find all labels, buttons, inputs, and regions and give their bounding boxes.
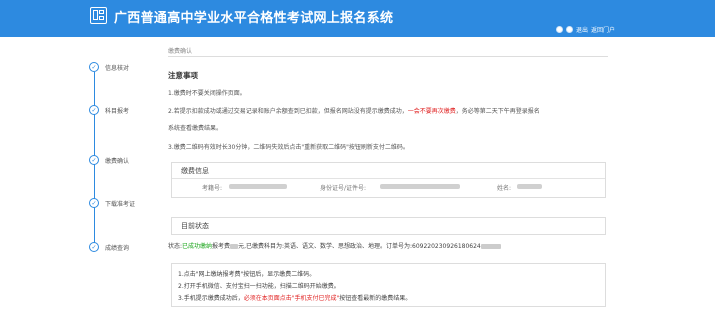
divider — [168, 56, 608, 57]
tip-1: 1.点击"网上缴纳报考费"按钮后，显示缴费二维码。 — [178, 271, 316, 278]
note-3: 3.缴费二维码有效时长30分钟，二维码失效后点击"重新获取二维码"按钮刷新支付二… — [168, 144, 409, 151]
status-text-b: 元,已缴费科目为:英语、语文、数学、思想政治、地理。订单号为:609220230… — [238, 243, 481, 250]
user-icon — [555, 26, 563, 33]
site-title: 广西普通高中学业水平合格性考试网上报名系统 — [114, 11, 394, 26]
breadcrumb: 缴费确认 — [168, 48, 193, 55]
status-title: 目前状态 — [181, 222, 209, 230]
tip-3-warning: 必须在本页面点击"手机支付已完成" — [243, 295, 340, 302]
check-circle-icon: ✓ — [89, 105, 99, 115]
step-subject-registration[interactable]: ✓ 科目报考 — [89, 105, 129, 115]
portal-link[interactable]: 返回门户 — [591, 25, 615, 34]
note-2-warning: 一会不要再次缴费 — [407, 108, 456, 115]
home-icon — [565, 26, 573, 33]
note-1: 1.缴费时不要关闭操作页面。 — [168, 90, 246, 97]
step-label: 科目报考 — [105, 107, 130, 115]
name-label: 姓名: — [497, 185, 512, 192]
tip-2: 2.打开手机微信、支付宝扫一扫功能，扫描二维码开始缴费。 — [178, 283, 340, 290]
step-score-query[interactable]: ✓ 成绩查询 — [89, 242, 129, 252]
id-label: 身份证号/证件号: — [320, 185, 367, 192]
step-label: 信息核对 — [105, 64, 130, 72]
logo-icon — [90, 7, 107, 24]
exam-no-label: 考籍号: — [202, 185, 223, 192]
step-payment-confirm[interactable]: ✓ 缴费确认 — [89, 155, 129, 165]
check-circle-icon: ✓ — [89, 198, 99, 208]
amount-redacted — [230, 244, 239, 249]
status-prefix: 状态: — [168, 243, 183, 250]
header-bar: 广西普通高中学业水平合格性考试网上报名系统 退出 返回门户 — [0, 0, 715, 37]
payment-status-line: 状态:已成功缴纳报考费 元,已缴费科目为:英语、语文、数学、思想政治、地理。订单号… — [168, 241, 501, 250]
name-value-redacted — [517, 184, 542, 189]
payment-info-box: 缴费信息 考籍号: 身份证号/证件号: 姓名: — [171, 162, 606, 198]
check-circle-icon: ✓ — [89, 242, 99, 252]
status-badge: 已成功缴纳 — [182, 243, 213, 250]
step-info-check[interactable]: ✓ 信息核对 — [89, 62, 129, 72]
note-2-text-b: ，务必等第二天下午再登录报名 — [455, 108, 540, 115]
status-box: 目前状态 — [171, 217, 606, 235]
exam-no-value-redacted — [229, 184, 287, 189]
id-value-redacted — [380, 184, 460, 189]
logout-link[interactable]: 退出 — [576, 25, 588, 34]
top-links: 退出 返回门户 — [555, 25, 615, 34]
check-circle-icon: ✓ — [89, 62, 99, 72]
step-label: 缴费确认 — [105, 157, 130, 165]
payment-tips-box: 1.点击"网上缴纳报考费"按钮后，显示缴费二维码。 2.打开手机微信、支付宝扫一… — [171, 263, 606, 307]
tip-3-text-a: 3.手机提示缴费成功后， — [178, 295, 244, 302]
check-circle-icon: ✓ — [89, 155, 99, 165]
status-text-a: 报考费 — [212, 243, 231, 250]
note-2-text-a: 2.若提示扣款成功或通过交易记录和账户余额查到已扣款，但报名网站没有提示缴费成功… — [168, 108, 408, 115]
notice-title: 注意事项 — [168, 71, 198, 80]
note-2-cont: 系统查看缴费结果。 — [168, 125, 223, 132]
payment-info-title: 缴费信息 — [172, 163, 605, 179]
order-suffix-redacted — [480, 244, 501, 249]
tip-3-text-b: 按钮查看最新的缴费结果。 — [339, 295, 412, 302]
step-label: 成绩查询 — [105, 244, 130, 252]
tip-3: 3.手机提示缴费成功后，必须在本页面点击"手机支付已完成"按钮查看最新的缴费结果… — [178, 293, 599, 305]
step-download-admission[interactable]: ✓ 下载准考证 — [89, 198, 135, 208]
note-2: 2.若提示扣款成功或通过交易记录和账户余额查到已扣款，但报名网站没有提示缴费成功… — [168, 105, 608, 118]
step-label: 下载准考证 — [105, 200, 136, 208]
payment-info-row: 考籍号: 身份证号/证件号: 姓名: — [172, 179, 605, 195]
